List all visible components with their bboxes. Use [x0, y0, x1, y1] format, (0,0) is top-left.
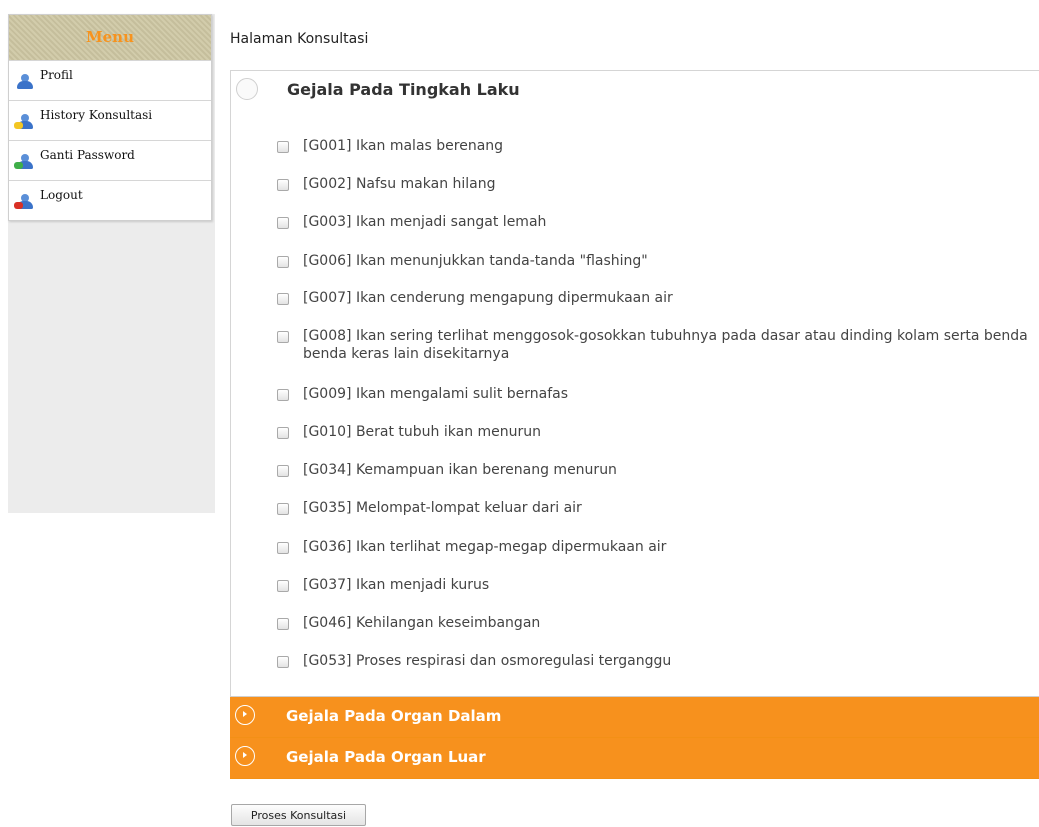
- sidebar-item-label: Logout: [40, 188, 83, 202]
- sidebar-item-logout[interactable]: Logout: [9, 180, 211, 220]
- sidebar-item-label: Profil: [40, 68, 73, 82]
- symptom-checkbox[interactable]: [277, 656, 289, 668]
- symptom-label: [G001] Ikan malas berenang: [303, 138, 504, 154]
- symptom-checkbox[interactable]: [277, 293, 289, 305]
- symptom-label: [G002] Nafsu makan hilang: [303, 176, 496, 192]
- symptom-checkbox[interactable]: [277, 503, 289, 515]
- symptom-label: [G053] Proses respirasi dan osmoregulasi…: [303, 653, 672, 669]
- symptom-item[interactable]: [G036] Ikan terlihat megap-megap dipermu…: [277, 538, 1039, 556]
- symptom-checkbox[interactable]: [277, 389, 289, 401]
- symptom-checkbox[interactable]: [277, 427, 289, 439]
- sidebar-item-history-konsultasi[interactable]: History Konsultasi: [9, 100, 211, 140]
- symptom-item[interactable]: [G007] Ikan cenderung mengapung dipermuk…: [277, 289, 1039, 307]
- symptom-item[interactable]: [G034] Kemampuan ikan berenang menurun: [277, 461, 1039, 479]
- symptom-checkbox[interactable]: [277, 618, 289, 630]
- symptom-label: [G006] Ikan menunjukkan tanda-tanda "fla…: [303, 253, 648, 269]
- symptom-item[interactable]: [G006] Ikan menunjukkan tanda-tanda "fla…: [277, 252, 1039, 270]
- sidebar-menu: Menu Profil History Konsultasi Ganti Pas…: [8, 14, 212, 221]
- symptom-checkbox[interactable]: [277, 256, 289, 268]
- symptom-checkbox[interactable]: [277, 542, 289, 554]
- symptom-item[interactable]: [G046] Kehilangan keseimbangan: [277, 614, 1039, 632]
- symptom-item[interactable]: [G010] Berat tubuh ikan menurun: [277, 423, 1039, 441]
- proses-konsultasi-button[interactable]: Proses Konsultasi: [231, 804, 366, 826]
- symptom-item[interactable]: [G035] Melompat-lompat keluar dari air: [277, 499, 1039, 517]
- user-icon: [16, 74, 36, 90]
- page-title: Halaman Konsultasi: [230, 31, 369, 47]
- section-title: Gejala Pada Organ Luar: [286, 748, 486, 766]
- symptom-label: [G034] Kemampuan ikan berenang menurun: [303, 462, 617, 478]
- symptom-label: [G037] Ikan menjadi kurus: [303, 577, 490, 593]
- user-remove-icon: [14, 194, 36, 210]
- symptom-item[interactable]: [G008] Ikan sering terlihat menggosok-go…: [277, 327, 1039, 363]
- symptom-checkbox[interactable]: [277, 179, 289, 191]
- user-history-icon: [14, 114, 36, 130]
- section-tingkah-laku: Gejala Pada Tingkah Laku [G001] Ikan mal…: [230, 70, 1039, 697]
- section-header-organ-dalam[interactable]: Gejala Pada Organ Dalam: [230, 697, 1039, 738]
- sidebar-item-ganti-password[interactable]: Ganti Password: [9, 140, 211, 180]
- symptom-item[interactable]: [G009] Ikan mengalami sulit bernafas: [277, 385, 1039, 403]
- section-title: Gejala Pada Organ Dalam: [286, 707, 502, 725]
- symptom-label: [G010] Berat tubuh ikan menurun: [303, 424, 542, 440]
- symptom-item[interactable]: [G003] Ikan menjadi sangat lemah: [277, 213, 1039, 231]
- symptom-label: [G008] Ikan sering terlihat menggosok-go…: [303, 328, 1028, 362]
- symptom-label: [G046] Kehilangan keseimbangan: [303, 615, 541, 631]
- sidebar-item-label: Ganti Password: [40, 148, 135, 162]
- symptom-checkbox[interactable]: [277, 217, 289, 229]
- sidebar-item-label: History Konsultasi: [40, 108, 153, 122]
- symptom-label: [G003] Ikan menjadi sangat lemah: [303, 214, 547, 230]
- expand-icon: [235, 746, 255, 766]
- user-add-icon: [14, 154, 36, 170]
- symptom-accordion: Gejala Pada Tingkah Laku [G001] Ikan mal…: [230, 70, 1039, 779]
- collapse-icon: [236, 78, 258, 100]
- sidebar-item-profil[interactable]: Profil: [9, 60, 211, 100]
- symptom-label: [G007] Ikan cenderung mengapung dipermuk…: [303, 290, 673, 306]
- symptom-label: [G036] Ikan terlihat megap-megap dipermu…: [303, 539, 667, 555]
- symptom-item[interactable]: [G001] Ikan malas berenang: [277, 137, 1039, 155]
- menu-title: Menu: [9, 15, 211, 60]
- symptom-item[interactable]: [G053] Proses respirasi dan osmoregulasi…: [277, 652, 1039, 670]
- section-header-organ-luar[interactable]: Gejala Pada Organ Luar: [230, 738, 1039, 779]
- symptom-checkbox[interactable]: [277, 331, 289, 343]
- symptom-label: [G035] Melompat-lompat keluar dari air: [303, 500, 582, 516]
- symptom-checkbox[interactable]: [277, 465, 289, 477]
- symptom-item[interactable]: [G037] Ikan menjadi kurus: [277, 576, 1039, 594]
- section-title: Gejala Pada Tingkah Laku: [287, 80, 520, 99]
- symptom-label: [G009] Ikan mengalami sulit bernafas: [303, 386, 569, 402]
- symptom-item[interactable]: [G002] Nafsu makan hilang: [277, 175, 1039, 193]
- section-header-tingkah-laku[interactable]: Gejala Pada Tingkah Laku: [231, 71, 1039, 111]
- symptom-checkbox[interactable]: [277, 141, 289, 153]
- expand-icon: [235, 705, 255, 725]
- symptom-checkbox[interactable]: [277, 580, 289, 592]
